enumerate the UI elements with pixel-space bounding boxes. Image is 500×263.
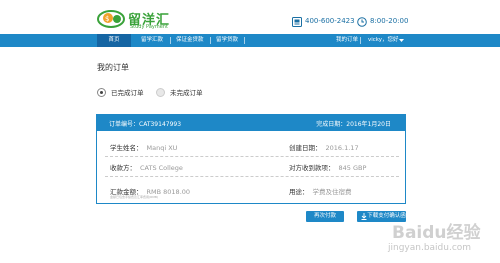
brand-name-en: Study Payment (130, 24, 168, 30)
download-icon (361, 213, 367, 220)
clock-icon (357, 17, 367, 27)
student-name-field: 学生姓名： Manqi XU (110, 142, 177, 152)
complete-date-value: 2016年1月20日 (346, 121, 391, 128)
order-id: 订单编号：CAT39147993 (109, 121, 182, 128)
order-card: 订单编号：CAT39147993 完成日期：2016年1月20日 学生姓名： Ma… (96, 114, 406, 204)
nav-user-greeting[interactable]: vicky，您好 (368, 34, 399, 47)
nav-separator (170, 37, 171, 44)
page-title: 我的订单 (97, 63, 129, 72)
row-divider (105, 176, 399, 177)
created-date-field: 创建日期： 2016.1.17 (289, 142, 359, 152)
nav-my-orders[interactable]: 我的订单 (336, 34, 358, 47)
nav-separator (244, 37, 245, 44)
nav-separator (210, 37, 211, 44)
payee-label: 收款方： (110, 164, 136, 172)
watermark-logo: Baidu经验 (392, 223, 481, 243)
brand-logo-icon[interactable]: $ (97, 8, 129, 28)
contact-hours: 8:00-20:00 (370, 17, 409, 25)
header: $ 留洋汇 Study Payment 400-600-2423 8:00-20… (0, 0, 500, 33)
radio-uncompleted-orders[interactable]: 未完成订单 (156, 87, 203, 97)
received-amount-value: 845 GBP (338, 164, 367, 172)
nav-separator (360, 37, 361, 44)
nav-item-study-loan[interactable]: 留学贷款 (216, 34, 238, 47)
student-name-value: Manqi XU (146, 144, 178, 152)
radio-unchecked-icon[interactable] (156, 87, 165, 97)
svg-text:$: $ (105, 15, 109, 23)
nav-item-deposit-loan[interactable]: 保证金贷款 (176, 34, 204, 47)
order-card-header: 订单编号：CAT39147993 完成日期：2016年1月20日 (97, 115, 405, 131)
received-amount-label: 对方收到款项： (289, 164, 335, 172)
row-divider (105, 156, 399, 157)
radio-checked-icon[interactable] (97, 87, 106, 97)
radio-completed-orders[interactable]: 已完成订单 (97, 87, 144, 97)
purpose-field: 用途： 学费及住宿费 (289, 186, 352, 196)
payee-value: CATS College (140, 164, 183, 172)
watermark: Baidu经验 jingyan.baidu.com (388, 216, 488, 256)
payee-field: 收款方： CATS College (110, 162, 183, 172)
received-amount-field: 对方收到款项： 845 GBP (289, 162, 366, 172)
created-date-label: 创建日期： (289, 144, 322, 152)
main-nav: 首页 留学汇款 保证金贷款 留学贷款 我的订单 vicky，您好 (0, 34, 500, 47)
order-complete-date: 完成日期：2016年1月20日 (316, 119, 391, 128)
radio-uncompleted-label: 未完成订单 (170, 89, 203, 97)
nav-item-home[interactable]: 首页 (97, 34, 131, 47)
chevron-down-icon[interactable] (399, 39, 404, 43)
watermark-url: jingyan.baidu.com (388, 243, 472, 253)
purpose-value: 学费及住宿费 (312, 188, 352, 196)
student-name-label: 学生姓名： (110, 144, 143, 152)
complete-date-label: 完成日期： (316, 121, 347, 128)
phone-icon (292, 17, 302, 27)
purpose-label: 用途： (289, 188, 309, 196)
radio-completed-label: 已完成订单 (111, 89, 144, 97)
nav-item-remittance[interactable]: 留学汇款 (141, 34, 163, 47)
amount-note: 金额已包含手续费及汇率费用(RMB) (110, 195, 159, 199)
created-date-value: 2016.1.17 (325, 144, 359, 152)
contact-phone: 400-600-2423 (305, 17, 355, 25)
repay-button[interactable]: 再次付款 (306, 211, 344, 222)
